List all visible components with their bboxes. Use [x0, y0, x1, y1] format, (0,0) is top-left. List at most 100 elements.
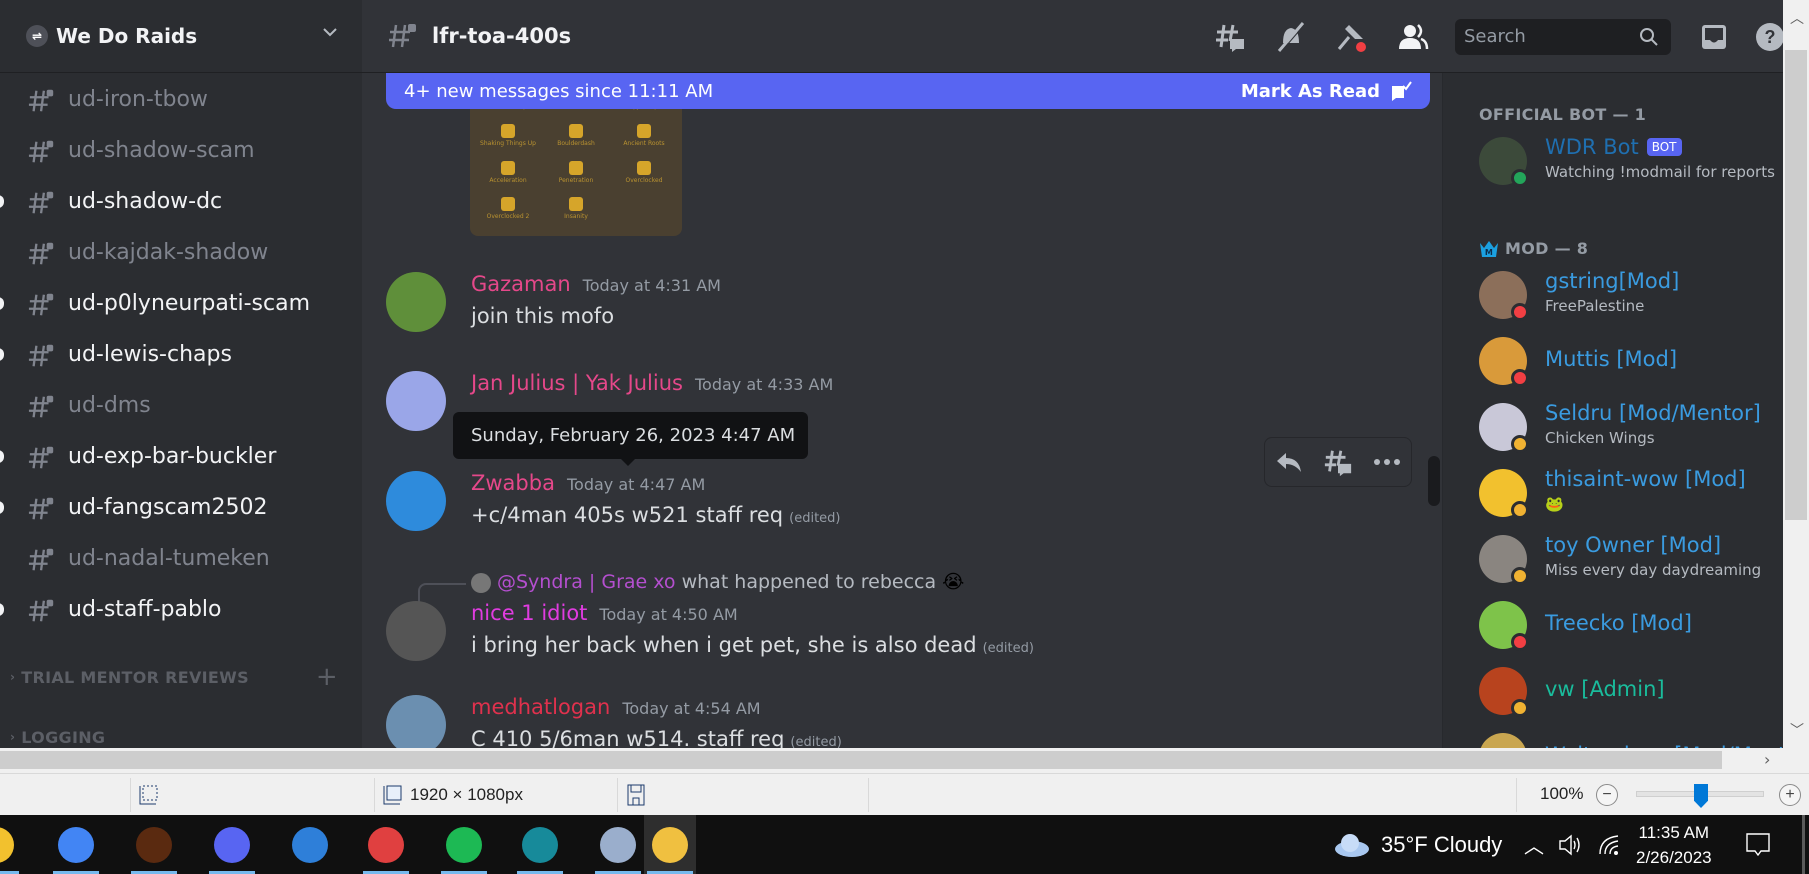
search-input[interactable]: Search — [1455, 19, 1671, 55]
taskbar-snipping-tool[interactable] — [360, 815, 412, 874]
message-author[interactable]: Gazaman — [471, 272, 571, 296]
member-list: OFFICIAL BOT — 1 WDR Bot BOT Watching !modm… — [1442, 73, 1783, 748]
achievement-icon — [501, 197, 515, 212]
scroll-right-arrow-icon[interactable]: › — [1764, 750, 1770, 769]
taskbar-paint[interactable] — [644, 815, 696, 874]
message-timestamp[interactable]: Today at 4:54 AM — [622, 699, 760, 718]
member-item[interactable]: gstring[Mod] FreePalestine — [1479, 269, 1779, 325]
channel-item[interactable]: ud-kajdak-shadow — [0, 227, 362, 278]
new-messages-bar[interactable]: 4+ new messages since 11:11 AM Mark As R… — [386, 73, 1430, 109]
edited-label: (edited) — [982, 641, 1034, 656]
channel-item[interactable]: ud-iron-tbow — [0, 74, 362, 125]
taskbar-spotify[interactable] — [438, 815, 490, 874]
pin-icon[interactable] — [1334, 20, 1368, 54]
category-logging[interactable]: › LOGGING — [0, 717, 362, 748]
member-status-text: Chicken Wings — [1545, 429, 1655, 447]
chrome-icon — [58, 826, 94, 863]
wifi-icon[interactable] — [1598, 815, 1622, 874]
reply-reference[interactable]: @Syndra | Grae xo what happened to rebec… — [386, 569, 1386, 607]
discord-icon — [214, 826, 250, 863]
threads-icon[interactable] — [1213, 20, 1247, 54]
avatar[interactable] — [386, 471, 446, 531]
taskbar-discord[interactable] — [206, 815, 258, 874]
category-trial-mentor-reviews[interactable]: › TRIAL MENTOR REVIEWS + — [0, 657, 362, 697]
windows-taskbar: 35°F Cloudy ︿ 11:35 AM 2/26/2023 — [0, 815, 1809, 874]
scrollbar-thumb[interactable] — [1785, 50, 1807, 520]
chevron-down-icon[interactable] — [322, 24, 338, 40]
mark-as-read-button[interactable]: Mark As Read — [1241, 80, 1412, 102]
surfshark-icon — [522, 826, 558, 863]
member-item[interactable]: WDR Bot BOT Watching !modmail for reports — [1479, 135, 1779, 191]
member-name: Treecko [Mod] — [1545, 611, 1692, 635]
taskbar-greenshot[interactable] — [284, 815, 336, 874]
status-idle-icon — [1511, 435, 1529, 453]
member-item[interactable]: vw [Admin] — [1479, 665, 1779, 721]
channel-item[interactable]: ud-exp-bar-buckler — [0, 431, 362, 482]
create-thread-icon[interactable] — [1323, 447, 1353, 477]
taskbar-file-explorer[interactable] — [0, 815, 22, 874]
achievement-tile: Penetration — [544, 160, 608, 194]
message-author[interactable]: Jan Julius | Yak Julius — [471, 371, 683, 395]
message-author[interactable]: medhatlogan — [471, 695, 610, 719]
member-list-icon[interactable] — [1396, 20, 1430, 54]
channel-item[interactable]: ud-staff-pablo — [0, 584, 362, 635]
message-timestamp[interactable]: Today at 4:33 AM — [695, 375, 833, 394]
message-author[interactable]: nice 1 idiot — [471, 601, 587, 625]
member-item[interactable]: Seldru [Mod/Mentor] Chicken Wings — [1479, 401, 1779, 457]
member-item[interactable]: toy Owner [Mod] Miss every day daydreamin… — [1479, 533, 1779, 589]
channel-item[interactable]: ud-fangscam2502 — [0, 482, 362, 533]
reply-icon[interactable] — [1275, 450, 1303, 474]
scroll-up-arrow-icon[interactable]: ︿ — [1790, 8, 1804, 28]
avatar[interactable] — [386, 272, 446, 332]
member-item[interactable]: Muttis [Mod] — [1479, 335, 1779, 391]
channel-item[interactable]: ud-lewis-chaps — [0, 329, 362, 380]
channel-item[interactable]: ud-p0lyneurpati-scam — [0, 278, 362, 329]
avatar[interactable] — [386, 601, 446, 661]
clock[interactable]: 11:35 AM 2/26/2023 — [1636, 815, 1712, 874]
volume-icon[interactable] — [1558, 815, 1582, 874]
member-item[interactable]: thisaint-wow [Mod] 🐸 — [1479, 467, 1779, 523]
taskbar-surfshark[interactable] — [514, 815, 566, 874]
weather-widget[interactable]: 35°F Cloudy — [1333, 815, 1502, 874]
member-item[interactable]: Treecko [Mod] — [1479, 599, 1779, 655]
scroll-down-arrow-icon[interactable]: ﹀ — [1790, 720, 1804, 740]
channel-item[interactable]: ud-dms — [0, 380, 362, 431]
window-horizontal-scrollbar[interactable]: › — [0, 748, 1809, 773]
avatar[interactable] — [386, 695, 446, 748]
show-desktop-button[interactable] — [1802, 815, 1805, 874]
message-author[interactable]: Zwabba — [471, 471, 555, 495]
inbox-icon[interactable] — [1697, 20, 1731, 54]
hscroll-thumb[interactable] — [0, 751, 1722, 769]
channel-name: ud-shadow-dc — [68, 189, 223, 214]
message-timestamp[interactable]: Today at 4:47 AM — [567, 475, 705, 494]
zoom-slider-thumb[interactable] — [1694, 784, 1708, 808]
zoom-slider[interactable] — [1636, 784, 1764, 808]
message-timestamp[interactable]: Today at 4:50 AM — [599, 605, 737, 624]
zoom-out-button[interactable]: − — [1596, 784, 1618, 806]
achievement-label: Shaking Things Up — [480, 139, 536, 147]
reply-author[interactable]: @Syndra | Grae xo — [497, 571, 676, 593]
message-timestamp[interactable]: Today at 4:31 AM — [583, 276, 721, 295]
notifications-icon[interactable] — [1745, 815, 1771, 874]
zoom-in-button[interactable]: + — [1779, 784, 1801, 806]
taskbar-runelite[interactable] — [128, 815, 180, 874]
server-header[interactable]: ⇌ We Do Raids — [0, 0, 362, 73]
member-item[interactable]: Waltersince [Mod/Mentor] — [1479, 731, 1783, 748]
window-vertical-scrollbar[interactable]: ︿ ﹀ — [1783, 0, 1809, 748]
taskbar-resource-monitor[interactable] — [592, 815, 644, 874]
channel-item[interactable]: ud-shadow-dc — [0, 176, 362, 227]
member-avatar — [1479, 733, 1527, 748]
help-icon[interactable]: ? — [1753, 20, 1783, 54]
messages-scrollbar[interactable] — [1428, 456, 1440, 506]
show-hidden-icons-button[interactable]: ︿ — [1524, 815, 1544, 874]
paint-icon — [652, 826, 688, 863]
taskbar-chrome[interactable] — [50, 815, 102, 874]
channel-item[interactable]: ud-shadow-scam — [0, 125, 362, 176]
avatar[interactable] — [386, 371, 446, 431]
mute-bell-icon[interactable] — [1274, 20, 1308, 54]
create-channel-icon[interactable]: + — [316, 662, 338, 692]
channel-item[interactable]: ud-nadal-tumeken — [0, 533, 362, 584]
more-icon[interactable] — [1373, 457, 1401, 467]
selection-size-icon — [138, 784, 160, 806]
achievement-icon — [501, 123, 515, 138]
